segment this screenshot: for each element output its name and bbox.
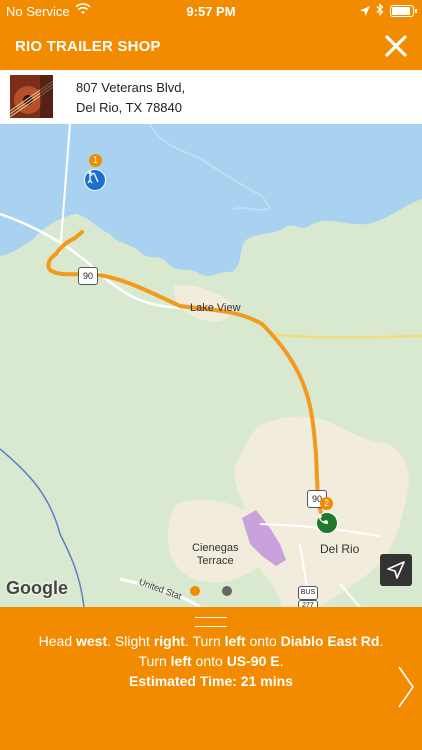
location-arrow-icon	[360, 4, 370, 19]
chevron-right-icon[interactable]	[396, 665, 416, 709]
close-icon[interactable]	[382, 32, 410, 60]
directions-segment: . Turn	[184, 633, 225, 649]
page-dot-inactive[interactable]	[222, 586, 232, 596]
page-title: RIO TRAILER SHOP	[15, 38, 161, 55]
status-bar: No Service 9:57 PM	[0, 0, 422, 22]
bluetooth-icon	[376, 2, 384, 19]
clock: 9:57 PM	[186, 4, 236, 19]
stop-1-badge: 1	[89, 154, 102, 167]
directions-keyword: US-90 E	[226, 653, 280, 669]
directions-keyword: left	[170, 653, 192, 669]
map-label-del-rio: Del Rio	[320, 542, 360, 556]
header-bar: RIO TRAILER SHOP	[0, 22, 422, 70]
directions-keyword: west	[76, 633, 108, 649]
destination-card[interactable]: 807 Veterans Blvd, Del Rio, TX 78840	[0, 70, 422, 125]
route-map[interactable]: Lake View Cienegas Terrace Del Rio Unite…	[0, 124, 422, 607]
map-canvas	[0, 124, 422, 607]
us90-west-shield: 90	[78, 267, 98, 285]
address-line-1: 807 Veterans Blvd,	[76, 80, 186, 95]
estimated-time: Estimated Time: 21 mins	[129, 673, 293, 689]
stop-2-badge: 2	[320, 497, 333, 510]
address-line-2: Del Rio, TX 78840	[76, 100, 182, 115]
bus-shield: BUS	[298, 586, 318, 600]
directions-keyword: right	[153, 633, 185, 649]
locate-me-button[interactable]	[380, 554, 412, 586]
map-label-cienegas-terrace: Cienegas Terrace	[192, 542, 239, 567]
directions-keyword: Diablo East Rd	[280, 633, 380, 649]
map-label-lake-view: Lake View	[190, 302, 241, 314]
phone-stop-marker[interactable]	[316, 512, 338, 534]
route-277-shield: 277	[298, 600, 318, 607]
directions-keyword: left	[224, 633, 246, 649]
fishing-stop-marker[interactable]	[84, 169, 106, 191]
navigation-arrow-icon	[387, 561, 405, 579]
directions-segment: onto	[191, 653, 227, 669]
directions-segment: Head	[38, 633, 76, 649]
google-attribution: Google	[6, 578, 68, 598]
directions-segment: . Slight	[107, 633, 154, 649]
shop-thumbnail	[9, 75, 54, 118]
page-dot-active[interactable]	[190, 586, 200, 596]
directions-segment: .	[279, 653, 284, 669]
drag-handle[interactable]	[195, 617, 227, 627]
directions-text: Head west. Slight right. Turn left onto …	[30, 631, 392, 671]
directions-panel[interactable]: Head west. Slight right. Turn left onto …	[0, 607, 422, 750]
directions-segment: onto	[245, 633, 281, 649]
battery-icon	[390, 5, 417, 17]
